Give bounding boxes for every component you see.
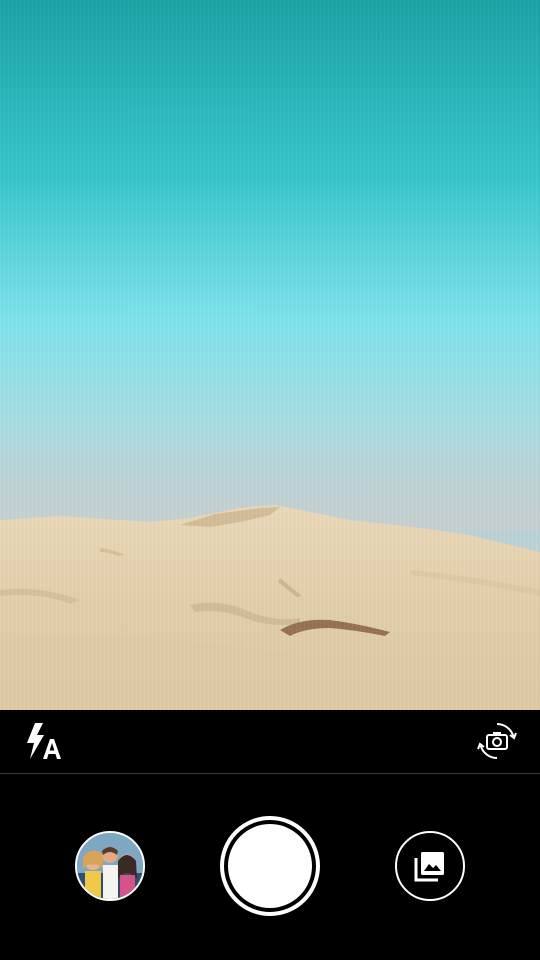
camera-viewfinder[interactable] bbox=[0, 0, 540, 710]
gallery-icon bbox=[414, 852, 444, 882]
shutter-icon bbox=[228, 824, 312, 908]
shutter-button[interactable] bbox=[220, 816, 320, 916]
switch-camera-icon bbox=[477, 723, 517, 759]
switch-camera-button[interactable] bbox=[476, 720, 518, 762]
camera-screen bbox=[0, 0, 540, 960]
flash-auto-button[interactable] bbox=[20, 718, 66, 764]
thumbnail-image bbox=[77, 833, 143, 899]
preview-image bbox=[0, 420, 540, 710]
camera-options-bar bbox=[0, 710, 540, 773]
gallery-button[interactable] bbox=[395, 831, 465, 901]
last-photo-thumbnail[interactable] bbox=[75, 831, 145, 901]
flash-auto-icon bbox=[27, 723, 61, 759]
